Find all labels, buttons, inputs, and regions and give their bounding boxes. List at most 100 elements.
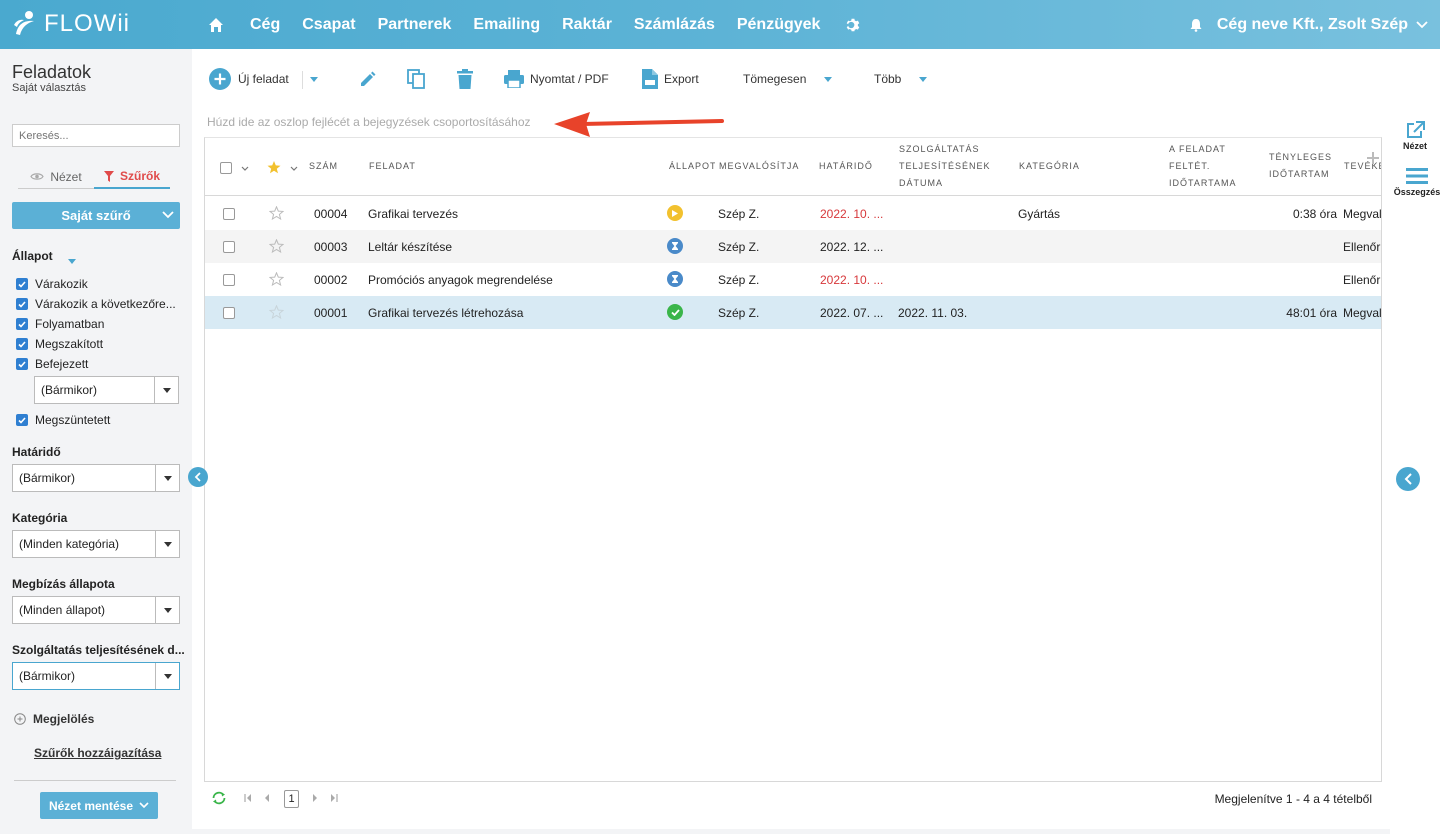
export-label: Export <box>664 72 699 86</box>
row-checkbox[interactable] <box>223 274 235 286</box>
column-header-service-date[interactable]: SZOLGÁLTATÁS TELJESÍTÉSÉNEK DÁTUMA <box>899 141 991 192</box>
more-actions-dropdown[interactable]: Több <box>874 67 928 91</box>
service-date-select[interactable]: (Bármikor) <box>12 662 180 690</box>
cell-task[interactable]: Grafikai tervezés létrehozása <box>368 306 523 320</box>
deadline-select[interactable]: (Bármikor) <box>12 464 180 492</box>
select-all-checkbox[interactable] <box>220 162 232 174</box>
status-option-in-progress[interactable]: Folyamatban <box>16 317 104 331</box>
category-select[interactable]: (Minden kategória) <box>12 530 180 558</box>
main-content: Új feladat Nyomtat / PDF Export Tömegese… <box>192 49 1390 829</box>
trash-icon[interactable] <box>457 69 473 89</box>
chevron-down-icon[interactable] <box>1416 20 1428 29</box>
group-by-drop-zone[interactable]: Húzd ide az oszlop fejlécét a bejegyzése… <box>207 115 531 129</box>
pencil-icon[interactable] <box>359 70 377 88</box>
save-view-button[interactable]: Nézet mentése <box>40 792 158 819</box>
checkbox-checked-icon[interactable] <box>16 278 28 290</box>
row-checkbox[interactable] <box>223 241 235 253</box>
star-outline-icon[interactable] <box>269 305 284 319</box>
star-outline-icon[interactable] <box>269 272 284 286</box>
nav-finance[interactable]: Pénzügyek <box>737 16 821 34</box>
gear-icon[interactable] <box>844 16 862 34</box>
collapse-right-panel-button[interactable] <box>1396 467 1420 491</box>
new-task-button[interactable]: Új feladat <box>208 67 289 91</box>
caret-down-icon[interactable] <box>155 531 179 557</box>
row-checkbox[interactable] <box>223 307 235 319</box>
chevron-down-icon[interactable] <box>241 166 249 171</box>
table-row[interactable]: 00002 Promóciós anyagok megrendelése Szé… <box>205 263 1381 296</box>
chevron-down-icon[interactable] <box>139 802 149 809</box>
search-input[interactable] <box>12 124 180 147</box>
rail-view-button[interactable]: Nézet <box>1390 121 1440 151</box>
finished-when-select[interactable]: (Bármikor) <box>34 376 179 404</box>
header-line: TELJESÍTÉSÉNEK <box>899 161 991 171</box>
caret-down-icon[interactable] <box>155 597 179 623</box>
checkbox-checked-icon[interactable] <box>16 298 28 310</box>
star-filled-icon[interactable] <box>267 161 281 174</box>
chevron-down-icon[interactable] <box>290 166 298 171</box>
column-header-assignee[interactable]: MEGVALÓSÍTJA <box>719 158 799 175</box>
row-checkbox[interactable] <box>223 208 235 220</box>
checkbox-checked-icon[interactable] <box>16 318 28 330</box>
checkbox-checked-icon[interactable] <box>16 414 28 426</box>
nav-partners[interactable]: Partnerek <box>378 16 452 34</box>
nav-company[interactable]: Cég <box>250 16 280 34</box>
current-page[interactable]: 1 <box>284 790 299 808</box>
column-header-status[interactable]: ÁLLAPOT <box>669 158 715 175</box>
status-option-finished[interactable]: Befejezett <box>16 357 88 371</box>
caret-down-icon[interactable] <box>155 465 179 491</box>
column-header-actual-duration[interactable]: TÉNYLEGES IDŐTARTAM <box>1269 149 1332 183</box>
assignment-status-select[interactable]: (Minden állapot) <box>12 596 180 624</box>
cell-assignee: Szép Z. <box>718 306 760 320</box>
column-header-deadline[interactable]: HATÁRIDŐ <box>819 158 873 175</box>
nav-warehouse[interactable]: Raktár <box>562 16 612 34</box>
assign-filters-link[interactable]: Szűrők hozzáigazítása <box>34 746 161 760</box>
nav-invoicing[interactable]: Számlázás <box>634 16 715 34</box>
export-button[interactable]: Export <box>642 67 699 91</box>
mark-filter[interactable]: Megjelölés <box>14 712 94 726</box>
caret-down-icon[interactable] <box>68 259 76 264</box>
status-option-cancelled[interactable]: Megszüntetett <box>16 413 110 427</box>
column-header-number[interactable]: SZÁM <box>309 158 338 175</box>
chevron-down-icon[interactable] <box>162 211 174 219</box>
bell-icon[interactable] <box>1189 18 1203 32</box>
column-header-planned-duration[interactable]: A FELADAT FELTÉT. IDŐTARTAMA <box>1169 141 1237 192</box>
rail-summary-button[interactable]: Összegzés <box>1390 167 1440 197</box>
refresh-icon[interactable] <box>211 791 227 805</box>
prev-page-icon[interactable] <box>264 794 270 802</box>
own-filter-button[interactable]: Saját szűrő <box>12 202 180 229</box>
column-header-task[interactable]: FELADAT <box>369 158 416 175</box>
company-user-menu[interactable]: Cég neve Kft., Zsolt Szép <box>1217 16 1408 34</box>
table-row[interactable]: 00003 Leltár készítése Szép Z. 2022. 12.… <box>205 230 1381 263</box>
last-page-icon[interactable] <box>330 794 338 802</box>
caret-down-icon[interactable] <box>310 77 318 82</box>
checkbox-checked-icon[interactable] <box>16 338 28 350</box>
table-row[interactable]: 00004 Grafikai tervezés Szép Z. 2022. 10… <box>205 197 1381 230</box>
bulk-actions-dropdown[interactable]: Tömegesen <box>743 67 833 91</box>
cell-deadline: 2022. 12. ... <box>820 240 884 254</box>
cell-task[interactable]: Promóciós anyagok megrendelése <box>368 273 553 287</box>
status-option-waiting[interactable]: Várakozik <box>16 277 88 291</box>
next-page-icon[interactable] <box>312 794 318 802</box>
caret-down-icon[interactable] <box>154 377 178 403</box>
star-outline-icon[interactable] <box>269 239 284 253</box>
cell-task[interactable]: Leltár készítése <box>368 240 452 254</box>
tab-view[interactable]: Nézet <box>18 165 94 189</box>
copy-icon[interactable] <box>407 69 425 89</box>
collapse-sidebar-button[interactable] <box>188 467 208 487</box>
status-option-interrupted[interactable]: Megszakított <box>16 337 103 351</box>
logo[interactable]: FLOWii <box>12 9 130 39</box>
tab-filters[interactable]: Szűrők <box>94 165 170 189</box>
caret-down-icon[interactable] <box>155 663 179 689</box>
column-header-category[interactable]: KATEGÓRIA <box>1019 158 1080 175</box>
nav-team[interactable]: Csapat <box>302 16 355 34</box>
status-option-waiting-next[interactable]: Várakozik a következőre... <box>16 297 176 311</box>
nav-emailing[interactable]: Emailing <box>473 16 540 34</box>
star-outline-icon[interactable] <box>269 206 284 220</box>
table-row[interactable]: 00001 Grafikai tervezés létrehozása Szép… <box>205 296 1381 329</box>
print-pdf-button[interactable]: Nyomtat / PDF <box>504 67 609 91</box>
add-column-icon[interactable] <box>1367 152 1379 164</box>
cell-task[interactable]: Grafikai tervezés <box>368 207 458 221</box>
first-page-icon[interactable] <box>244 794 252 802</box>
checkbox-checked-icon[interactable] <box>16 358 28 370</box>
home-icon[interactable] <box>206 15 226 35</box>
